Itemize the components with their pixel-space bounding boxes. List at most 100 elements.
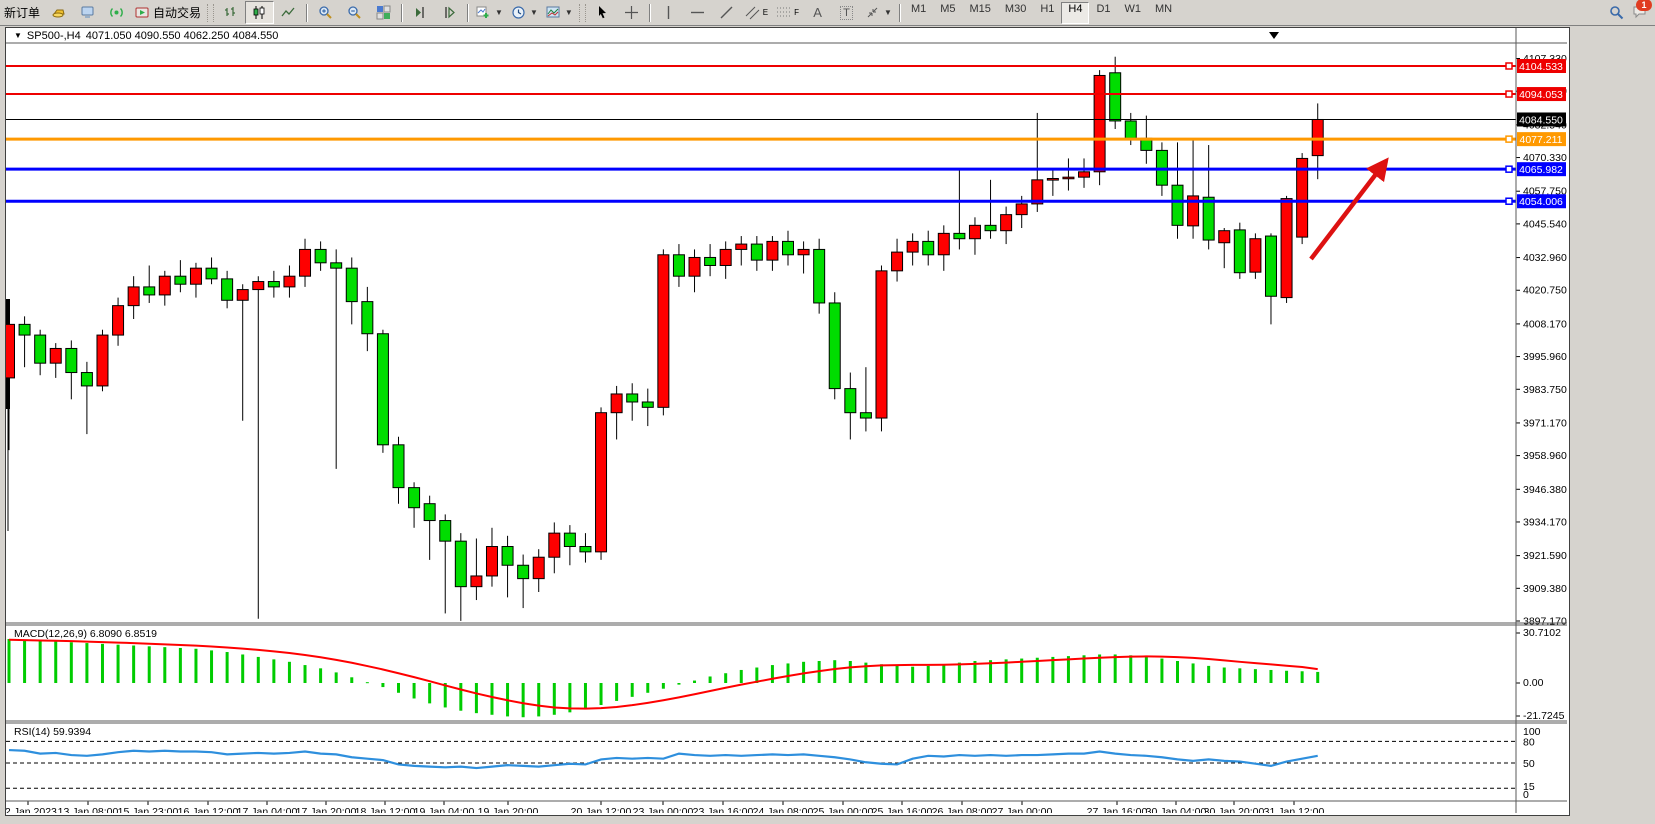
chart-shift-button[interactable] — [435, 1, 464, 24]
timeframe-w1-button[interactable]: W1 — [1118, 2, 1149, 24]
timeframe-h1-button[interactable]: H1 — [1033, 2, 1061, 24]
fibonacci-tool-button[interactable]: F — [772, 1, 803, 24]
candle-body — [486, 547, 497, 576]
gold-ingot-icon — [51, 5, 66, 20]
trendline-tool-button[interactable] — [712, 1, 741, 24]
time-label: 30 Jan 20:00 — [1204, 806, 1265, 813]
timeframe-m1-button[interactable]: M1 — [904, 2, 933, 24]
macd-histogram-bar — [1129, 655, 1132, 683]
price-label-text: 4094.053 — [1519, 89, 1563, 101]
crosshair-tool-button[interactable] — [617, 1, 646, 24]
candle-chart-mode-button[interactable] — [245, 1, 274, 24]
candle-body — [783, 241, 794, 254]
tile-windows-icon — [376, 5, 391, 20]
zoom-out-button[interactable] — [340, 1, 369, 24]
templates-button[interactable]: ▼ — [542, 1, 577, 24]
macd-histogram-bar — [958, 663, 961, 683]
candle-body — [424, 504, 435, 521]
macd-histogram-bar — [288, 662, 291, 683]
line-handle[interactable] — [1506, 91, 1512, 97]
new-order-button[interactable]: 新订单 — [0, 1, 44, 24]
label-tool-button[interactable]: T — [832, 1, 861, 24]
macd-histogram-bar — [490, 683, 493, 715]
zoom-in-button[interactable] — [311, 1, 340, 24]
line-handle[interactable] — [1506, 166, 1512, 172]
signal-icon-button[interactable] — [102, 1, 131, 24]
macd-histogram-bar — [942, 664, 945, 683]
line-handle[interactable] — [1506, 63, 1512, 69]
macd-histogram-bar — [646, 683, 649, 693]
candle-body — [1047, 178, 1058, 180]
toolbar-grip[interactable] — [579, 4, 586, 22]
candle-body — [673, 255, 684, 276]
line-chart-mode-button[interactable] — [274, 1, 303, 24]
indicators-button[interactable]: ▼ — [472, 1, 507, 24]
timeframe-h4-button[interactable]: H4 — [1061, 2, 1089, 24]
price-chart[interactable]: 4107.3304095.1204082.5404070.3304057.750… — [6, 28, 1567, 813]
macd-histogram-bar — [459, 683, 462, 711]
cursor-tool-button[interactable] — [588, 1, 617, 24]
macd-pane — [8, 639, 1320, 717]
macd-histogram-bar — [537, 683, 540, 716]
candle-body — [767, 241, 778, 260]
candle-body — [409, 488, 420, 508]
trend-arrow-object[interactable] — [1311, 161, 1386, 259]
tile-windows-button[interactable] — [369, 1, 398, 24]
chart-shift-marker[interactable] — [1269, 32, 1279, 39]
search-icon[interactable] — [1609, 5, 1624, 20]
macd-histogram-bar — [1207, 666, 1210, 683]
timeframe-m15-button[interactable]: M15 — [963, 2, 998, 24]
macd-histogram-bar — [1192, 663, 1195, 683]
timeframe-m5-button[interactable]: M5 — [933, 2, 962, 24]
timeframe-mn-button[interactable]: MN — [1148, 2, 1179, 24]
timeframe-group: M1M5M15M30H1H4D1W1MN — [904, 2, 1179, 24]
horizontal-line-tool-button[interactable] — [683, 1, 712, 24]
application-window: { "toolbar": { "new_order_label": "新订单",… — [0, 0, 1655, 824]
macd-histogram-bar — [132, 646, 135, 683]
add-indicator-icon — [476, 5, 491, 20]
macd-histogram-bar — [475, 683, 478, 713]
arrows-caret-icon: ▼ — [884, 8, 892, 17]
symbol-dropdown-icon[interactable]: ▼ — [14, 31, 22, 40]
candle-body — [50, 348, 61, 363]
rsi-line — [9, 750, 1318, 768]
periods-button[interactable]: ▼ — [507, 1, 542, 24]
candle-body — [642, 402, 653, 407]
candle-body — [845, 389, 856, 413]
notifications-button[interactable]: 1 — [1632, 4, 1647, 22]
candle-body — [440, 521, 451, 542]
time-label: 20 Jan 12:00 — [571, 806, 632, 813]
candle-body — [159, 276, 170, 295]
macd-histogram-bar — [709, 676, 712, 683]
channel-tool-button[interactable]: E — [741, 1, 772, 24]
macd-histogram-bar — [1160, 659, 1163, 683]
label-tool-icon: T — [840, 6, 853, 20]
time-label: 13 Jan 08:00 — [58, 806, 119, 813]
text-tool-button[interactable]: A — [803, 1, 832, 24]
candle-body — [1219, 231, 1230, 243]
auto-trading-button[interactable]: 自动交易 — [131, 1, 205, 24]
line-handle[interactable] — [1506, 136, 1512, 142]
time-label: 15 Jan 23:00 — [118, 806, 179, 813]
terminal-icon-button[interactable] — [73, 1, 102, 24]
bar-chart-mode-button[interactable] — [216, 1, 245, 24]
axis-tick-label: 3983.750 — [1523, 384, 1567, 396]
line-handle[interactable] — [1506, 198, 1512, 204]
macd-axis-label: 0.00 — [1523, 677, 1544, 689]
axis-tick-label: 4020.750 — [1523, 285, 1567, 297]
vertical-line-tool-button[interactable] — [654, 1, 683, 24]
candle-body — [362, 302, 373, 334]
timeframe-m30-button[interactable]: M30 — [998, 2, 1033, 24]
price-label-text: 4084.550 — [1519, 114, 1563, 126]
timeframe-d1-button[interactable]: D1 — [1089, 2, 1117, 24]
candle-body — [720, 249, 731, 265]
auto-scroll-button[interactable] — [406, 1, 435, 24]
time-label: 24 Jan 08:00 — [753, 806, 814, 813]
candle-body — [97, 335, 108, 386]
toolbar-grip[interactable] — [207, 4, 214, 22]
macd-histogram-bar — [226, 652, 229, 683]
candle-body — [1001, 215, 1012, 231]
arrows-tool-button[interactable]: ▼ — [861, 1, 896, 24]
macd-histogram-bar — [833, 660, 836, 683]
ingot-icon-button[interactable] — [44, 1, 73, 24]
